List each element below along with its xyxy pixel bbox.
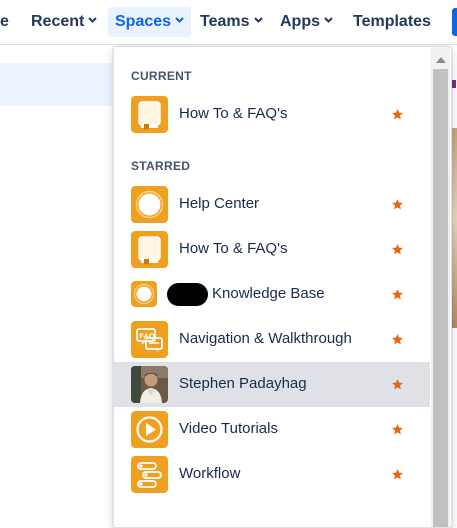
redaction-mark	[167, 283, 208, 306]
space-item-label: How To & FAQ's	[179, 105, 288, 122]
play-icon	[131, 411, 168, 448]
space-item-label: Navigation & Walkthrough	[179, 330, 352, 347]
background-image	[452, 128, 457, 328]
star-icon[interactable]	[391, 378, 404, 391]
book-icon	[131, 96, 168, 133]
knowledge-circle-icon	[131, 281, 157, 307]
section-header-starred: STARRED	[131, 159, 191, 173]
space-item-navigation-walkthrough[interactable]: FAQ Navigation & Walkthrough	[114, 317, 430, 362]
space-item-label: Stephen Padayhag	[179, 375, 307, 392]
dropdown-scrollbar[interactable]	[431, 47, 450, 527]
nav-item-apps[interactable]: Apps	[273, 7, 340, 37]
background-selected-row	[0, 63, 112, 106]
space-item-how-to-faqs[interactable]: How To & FAQ's	[114, 227, 430, 272]
nav-item-recent[interactable]: Recent	[24, 7, 104, 37]
space-item-video-tutorials[interactable]: Video Tutorials	[114, 407, 430, 452]
star-icon[interactable]	[391, 108, 404, 121]
book-icon	[131, 231, 168, 268]
scrollbar-thumb[interactable]	[433, 69, 448, 527]
top-navigation: e Recent Spaces Teams Apps Templates	[0, 0, 457, 45]
star-icon[interactable]	[391, 198, 404, 211]
user-avatar	[131, 366, 168, 403]
space-item-label: Workflow	[179, 465, 241, 482]
space-item-label: Help Center	[179, 195, 260, 212]
create-button[interactable]	[452, 8, 457, 36]
star-icon[interactable]	[391, 288, 404, 301]
faq-chat-icon: FAQ	[131, 321, 168, 358]
star-icon[interactable]	[391, 423, 404, 436]
chevron-down-icon	[175, 17, 184, 24]
nav-item-truncated[interactable]: e	[0, 7, 16, 37]
spaces-dropdown: CURRENT How To & FAQ's STARRED Help Cent…	[113, 46, 452, 528]
star-icon[interactable]	[391, 468, 404, 481]
space-item-label: Knowledge Base	[212, 285, 325, 302]
chevron-down-icon	[88, 17, 98, 24]
space-item-label: How To & FAQ's	[179, 240, 288, 257]
workflow-icon	[131, 456, 168, 493]
space-item-stephen-padayhag[interactable]: Stephen Padayhag	[114, 362, 430, 407]
space-item-how-to-faqs-current[interactable]: How To & FAQ's	[114, 92, 430, 137]
space-item-help-center[interactable]: Help Center	[114, 182, 430, 227]
star-icon[interactable]	[391, 333, 404, 346]
chevron-down-icon	[324, 17, 333, 24]
star-icon[interactable]	[391, 243, 404, 256]
nav-item-spaces[interactable]: Spaces	[108, 7, 192, 37]
chevron-down-icon	[253, 17, 263, 24]
space-item-label: Video Tutorials	[179, 420, 278, 437]
help-circle-icon	[131, 186, 168, 223]
section-header-current: CURRENT	[131, 69, 192, 83]
nav-item-templates[interactable]: Templates	[346, 7, 438, 37]
nav-item-teams[interactable]: Teams	[193, 7, 270, 37]
background-accent-mark	[452, 80, 456, 88]
scroll-up-arrow-icon[interactable]	[436, 57, 446, 63]
space-item-workflow[interactable]: Workflow	[114, 452, 430, 497]
space-item-knowledge-base[interactable]: Knowledge Base	[114, 272, 430, 317]
